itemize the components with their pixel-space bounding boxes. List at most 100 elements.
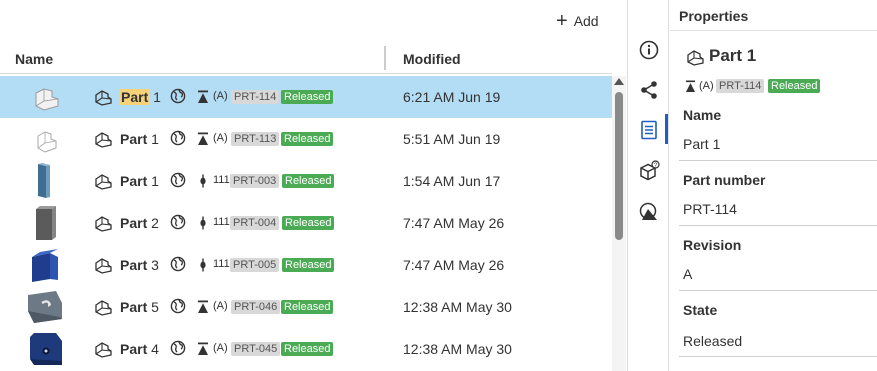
part-number-badge: PRT-004: [230, 216, 280, 230]
part-name[interactable]: Part 3: [120, 257, 159, 273]
share-icon[interactable]: [638, 79, 660, 101]
part-icon: [93, 172, 113, 190]
plus-icon: +: [556, 10, 568, 32]
part-thumbnail: [22, 163, 70, 199]
column-name-header[interactable]: Name: [15, 51, 53, 67]
parts-list-panel: + Add Name Modified Part 1 (A) PRT-114 Rele…: [0, 0, 627, 371]
part-name[interactable]: Part 1: [120, 131, 159, 147]
field-revision-value[interactable]: A: [683, 266, 692, 282]
release-icon: [197, 132, 209, 146]
part-number-badge: PRT-045: [231, 342, 281, 356]
field-part-number-value[interactable]: PRT-114: [683, 201, 737, 217]
part-name-number: 4: [151, 341, 159, 357]
part-thumbnail: [22, 205, 70, 241]
globe-icon: [170, 214, 186, 230]
properties-icon[interactable]: [638, 119, 660, 141]
scrollbar[interactable]: [612, 76, 626, 371]
globe-icon: [170, 256, 186, 272]
field-divider: [679, 225, 877, 226]
state-badge: Released: [282, 174, 335, 188]
part-name-number: 3: [151, 257, 159, 273]
field-revision-label: Revision: [683, 237, 742, 253]
info-icon[interactable]: [638, 39, 660, 61]
properties-panel: Properties Part 1 (A) PRT-114 Released N…: [670, 0, 877, 371]
state-badge: Released: [281, 300, 334, 314]
field-name-value[interactable]: Part 1: [683, 136, 720, 152]
part-number-badge: PRT-113: [231, 132, 280, 146]
part-thumbnail: [22, 247, 70, 283]
part-number-badge: PRT-003: [230, 174, 280, 188]
modified-date: 1:54 AM Jun 17: [403, 173, 501, 189]
appearance-icon[interactable]: [638, 200, 660, 222]
table-row[interactable]: Part 2 111 PRT-004 Released 7:47 AM May 26: [0, 202, 612, 244]
properties-part-name: Part 1: [709, 46, 757, 65]
field-state-label: State: [683, 302, 718, 318]
globe-icon: [170, 130, 186, 146]
part-icon: [93, 88, 113, 106]
modified-date: 7:47 AM May 26: [403, 257, 505, 273]
add-button-label: Add: [573, 13, 599, 29]
part-icon: [93, 130, 113, 148]
part-name[interactable]: Part 1: [120, 173, 159, 189]
table-row[interactable]: Part 1 111 PRT-003 Released 1:54 AM Jun 17: [0, 160, 612, 202]
table-row[interactable]: Part 1 (A) PRT-113 Released 5:51 AM Jun 19: [0, 118, 612, 160]
part-thumbnail: [22, 289, 70, 325]
revision: 111: [213, 174, 230, 186]
part-name[interactable]: Part 2: [120, 215, 159, 231]
globe-icon: [170, 88, 186, 104]
modified-date: 12:38 AM May 30: [403, 341, 512, 357]
part-name[interactable]: Part 1: [120, 89, 161, 105]
modified-date: 6:21 AM Jun 19: [403, 89, 501, 105]
properties-title: Properties: [679, 8, 749, 24]
part-name-bold: Part: [120, 341, 148, 357]
table-row[interactable]: Part 3 111 PRT-005 Released 7:47 AM May 26: [0, 244, 612, 286]
part-name-number: 1: [151, 131, 159, 147]
cube-help-icon[interactable]: ?: [638, 160, 660, 182]
field-name-label: Name: [683, 107, 722, 123]
table-row[interactable]: Part 5 (A) PRT-046 Released 12:38 AM May 30: [0, 286, 612, 328]
part-thumbnail: [22, 79, 70, 115]
field-state-value[interactable]: Released: [683, 333, 742, 349]
scrollbar-thumb[interactable]: [615, 92, 623, 240]
part-number-badge: PRT-114: [231, 90, 280, 104]
part-name[interactable]: Part 5: [120, 299, 159, 315]
table-row[interactable]: Part 4 (A) PRT-045 Released 12:38 AM May 30: [0, 328, 612, 370]
column-modified-header[interactable]: Modified: [403, 51, 461, 67]
properties-part-number-badge: PRT-114: [716, 79, 765, 93]
column-header: Name Modified: [0, 44, 612, 74]
column-resize-handle[interactable]: [384, 46, 386, 70]
part-icon: [687, 50, 704, 66]
field-part-number-label: Part number: [683, 172, 766, 188]
modified-date: 7:47 AM May 26: [403, 215, 505, 231]
part-name-bold: Part: [120, 299, 148, 315]
state-badge: Released: [281, 90, 334, 104]
field-divider: [679, 356, 877, 357]
part-name-bold: Part: [120, 173, 148, 189]
active-tab-indicator: [665, 114, 668, 144]
part-icon: [93, 340, 113, 358]
globe-icon: [170, 340, 186, 356]
part-name-bold: Part: [120, 89, 150, 105]
table-row[interactable]: Part 1 (A) PRT-114 Released 6:21 AM Jun 19: [0, 76, 612, 118]
part-name[interactable]: Part 4: [120, 341, 159, 357]
state-badge: Released: [282, 258, 335, 272]
revision: 111: [213, 216, 230, 228]
release-icon: [197, 90, 209, 104]
part-icon: [93, 256, 113, 274]
scroll-up-arrow-icon[interactable]: [614, 78, 624, 85]
globe-icon: [170, 298, 186, 314]
state-badge: Released: [281, 342, 334, 356]
part-thumbnail: [22, 121, 70, 157]
part-thumbnail: [22, 331, 70, 367]
part-name-number: 1: [153, 89, 161, 105]
revision: (A): [213, 132, 228, 144]
release-icon: [197, 300, 209, 314]
globe-icon: [170, 172, 186, 188]
part-name-number: 5: [151, 299, 159, 315]
state-badge: Released: [282, 216, 335, 230]
add-button[interactable]: + Add: [556, 10, 599, 32]
release-icon: [197, 342, 209, 356]
part-name-bold: Part: [120, 131, 148, 147]
release-icon: [686, 80, 695, 92]
version-icon: [197, 258, 209, 272]
